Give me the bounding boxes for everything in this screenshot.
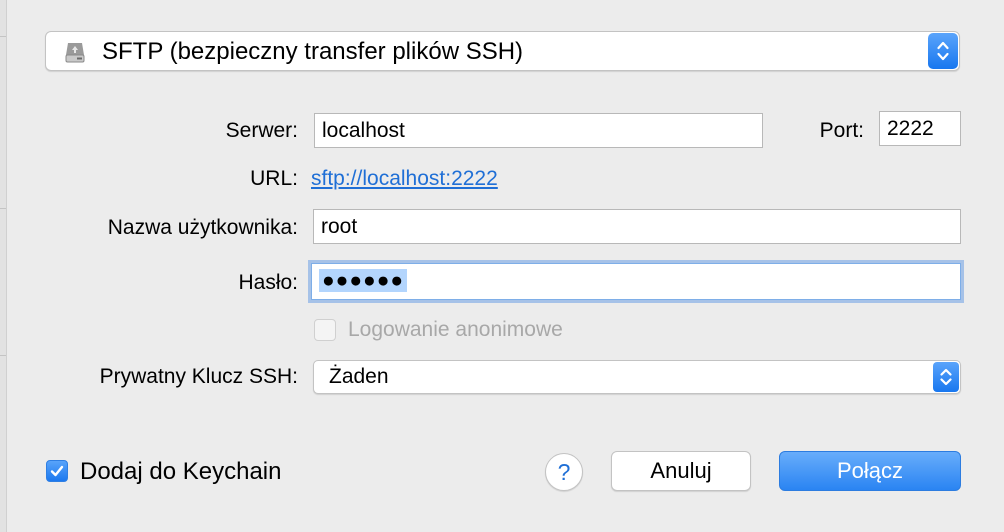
url-link[interactable]: sftp://localhost:2222: [311, 167, 498, 191]
server-label: Serwer:: [225, 119, 298, 142]
edge-divider: [0, 355, 6, 356]
anonymous-login-label: Logowanie anonimowe: [348, 318, 563, 341]
window-edge: [0, 0, 7, 532]
edge-divider: [0, 208, 6, 209]
protocol-select[interactable]: SFTP (bezpieczny transfer plików SSH): [45, 31, 960, 71]
protocol-label: SFTP (bezpieczny transfer plików SSH): [102, 38, 524, 65]
ssh-key-value: Żaden: [329, 365, 389, 388]
url-label: URL:: [250, 167, 298, 190]
password-field[interactable]: ●●●●●●: [311, 263, 961, 300]
popup-stepper-icon: [933, 362, 959, 392]
help-button[interactable]: ?: [545, 453, 583, 491]
cancel-button[interactable]: Anuluj: [611, 451, 751, 491]
anonymous-login-checkbox[interactable]: [314, 319, 336, 341]
keychain-checkbox[interactable]: [46, 460, 68, 482]
port-label: Port:: [819, 119, 864, 142]
username-field[interactable]: root: [313, 209, 961, 244]
password-label: Hasło:: [238, 271, 298, 294]
popup-stepper-icon: [928, 33, 958, 69]
ssh-key-label: Prywatny Klucz SSH:: [99, 365, 298, 388]
network-drive-icon: [63, 40, 87, 64]
keychain-label: Dodaj do Keychain: [80, 458, 282, 485]
checkmark-icon: [50, 465, 64, 477]
password-masked-value: ●●●●●●: [319, 269, 408, 292]
server-field[interactable]: localhost: [314, 113, 763, 148]
connect-button[interactable]: Połącz: [779, 451, 961, 491]
port-field[interactable]: 2222: [879, 111, 961, 146]
ssh-key-select[interactable]: Żaden: [313, 360, 961, 394]
edge-divider: [0, 36, 6, 37]
username-label: Nazwa użytkownika:: [107, 216, 298, 239]
